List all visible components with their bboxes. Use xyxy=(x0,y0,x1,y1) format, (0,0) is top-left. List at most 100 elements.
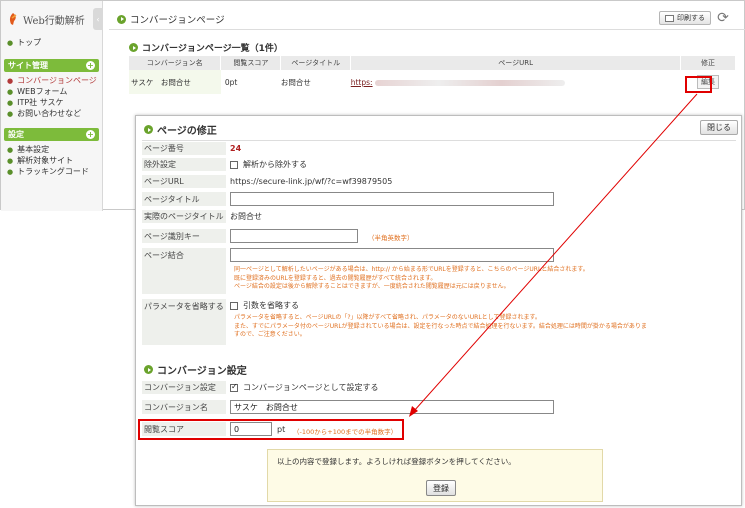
page-title: コンバージョンページ xyxy=(117,12,225,26)
conversion-setting-option[interactable]: コンバージョンページとして設定する xyxy=(230,381,378,394)
label-page-url: ページURL xyxy=(142,175,226,188)
printer-icon xyxy=(665,14,674,22)
sidebar-collapse-button[interactable]: ‹ xyxy=(93,8,103,30)
refresh-icon[interactable]: ⟳ xyxy=(715,10,731,26)
row-page-merge: ページ結合 同一ページとして解析したいページがある場合は、http:// から始… xyxy=(142,248,736,294)
table-row: サスケ お問合せ 0pt お問合せ https: 編集 xyxy=(129,70,736,94)
list-title: コンバージョンページ一覧（1件） xyxy=(129,41,283,54)
table-header-row: コンバージョン名 閲覧スコア ページタイトル ページURL 修正 xyxy=(129,56,736,70)
arrow-circle-icon xyxy=(144,125,153,134)
page-key-hint: （半角英数字） xyxy=(368,234,414,242)
divider xyxy=(109,29,745,30)
arrow-circle-icon xyxy=(117,14,126,24)
divider xyxy=(142,140,736,141)
bullet-icon: ● xyxy=(7,98,14,107)
omit-params-checkbox[interactable] xyxy=(230,301,238,310)
close-button[interactable]: 閉じる xyxy=(700,120,738,135)
sidebar-item-label: トップ xyxy=(17,38,42,47)
row-exclude: 除外設定 解析から除外する xyxy=(142,158,736,171)
row-page-key: ページ識別キー （半角英数字） xyxy=(142,229,736,243)
label-page-key: ページ識別キー xyxy=(142,229,226,243)
exclude-option[interactable]: 解析から除外する xyxy=(230,158,307,171)
confirm-box: 以上の内容で登録します。よろしければ登録ボタンを押してください。 登録 xyxy=(267,449,603,502)
sidebar-item-label: WEBフォーム xyxy=(17,87,68,96)
label-actual-title: 実際のページタイトル xyxy=(142,210,226,223)
sidebar-item-conversion-page[interactable]: ● コンバージョンページ xyxy=(1,75,102,86)
conversion-setting-option-label: コンバージョンページとして設定する xyxy=(243,383,379,392)
cell-page-url: https: xyxy=(351,70,681,94)
modal-title: ページの修正 xyxy=(144,122,217,137)
sidebar-item-label: ITP社 サスケ xyxy=(17,98,64,107)
expand-icon: + xyxy=(86,130,95,139)
logo[interactable]: Web行動解析 ‹ xyxy=(1,1,103,37)
row-page-title: ページタイトル xyxy=(142,192,736,206)
sidebar-item-web-form[interactable]: ● WEBフォーム xyxy=(1,86,102,97)
value-actual-title: お問合せ xyxy=(230,212,262,221)
label-page-title: ページタイトル xyxy=(142,192,226,206)
confirm-text: 以上の内容で登録します。よろしければ登録ボタンを押してください。 xyxy=(277,457,516,466)
logo-icon xyxy=(9,13,17,25)
conversion-name-input[interactable]: サスケ お問合せ xyxy=(230,400,554,414)
sidebar-section-site[interactable]: サイト管理 + xyxy=(4,59,99,72)
sidebar-item-target-sites[interactable]: ● 解析対象サイト xyxy=(1,155,102,166)
page-key-input[interactable] xyxy=(230,229,358,243)
sidebar-item-label: お問い合わせなど xyxy=(17,109,82,118)
logo-text: Web行動解析 xyxy=(23,15,85,27)
sidebar-item-tracking-code[interactable]: ● トラッキングコード xyxy=(1,166,102,177)
blurred-url xyxy=(374,79,565,86)
sidebar-item-label: 解析対象サイト xyxy=(17,156,74,165)
sidebar-item-basic-settings[interactable]: ● 基本設定 xyxy=(1,144,102,155)
label-conversion-name: コンバージョン名 xyxy=(142,400,226,414)
view-score-highlight-box xyxy=(138,419,404,440)
column-header: コンバージョン名 xyxy=(129,56,222,70)
page-merge-note: 同一ページとして解析したいページがある場合は、http:// から始まる形でUR… xyxy=(234,266,589,273)
sidebar-item-label: トラッキングコード xyxy=(17,167,89,176)
sidebar: Web行動解析 ‹ ● トップ サイト管理 + ● コンバージョンページ ● W… xyxy=(1,1,103,211)
row-actual-title: 実際のページタイトル お問合せ xyxy=(142,210,736,223)
column-header: ページタイトル xyxy=(280,56,352,70)
omit-params-option[interactable]: 引数を省略する xyxy=(230,299,299,312)
bullet-icon: ● xyxy=(7,109,14,118)
cell-page-title: お問合せ xyxy=(280,77,311,87)
label-conversion-setting: コンバージョン設定 xyxy=(142,381,226,394)
conversion-section-title: コンバージョン設定 xyxy=(144,362,247,377)
page-merge-note: 既に登録済みのURLを登録すると、過去の閲覧履歴がすべて統合されます。 xyxy=(234,274,437,282)
page-title-text: コンバージョンページ xyxy=(130,15,225,26)
row-page-number: ページ番号 24 xyxy=(142,142,736,155)
bullet-icon: ● xyxy=(7,145,14,154)
bullet-icon: ● xyxy=(7,38,14,47)
sidebar-section-label: サイト管理 xyxy=(8,61,48,70)
arrow-circle-icon xyxy=(144,365,153,374)
conversion-setting-checkbox[interactable] xyxy=(230,382,238,392)
page-merge-note: ページ結合の設定は後から解除することはできますが、一度統合された閲覧履歴は元には… xyxy=(234,283,510,290)
sidebar-section-settings[interactable]: 設定 + xyxy=(4,128,99,141)
row-omit-params: パラメータを省略する 引数を省略する パラメータを省略すると、ページURLの「?… xyxy=(142,299,736,345)
edit-highlight-box xyxy=(685,76,712,93)
sidebar-section-label: 設定 xyxy=(8,130,24,139)
bullet-icon: ● xyxy=(7,76,14,85)
conversion-table: コンバージョン名 閲覧スコア ページタイトル ページURL 修正 サスケ お問合… xyxy=(129,56,736,94)
row-conversion-setting: コンバージョン設定 コンバージョンページとして設定する xyxy=(142,381,736,394)
column-header: 修正 xyxy=(680,56,736,70)
arrow-circle-icon xyxy=(129,43,138,52)
page-merge-input[interactable] xyxy=(230,248,554,262)
edit-page-modal: ページの修正 閉じる ページ番号 24 除外設定 解析から除外する ページURL… xyxy=(135,115,742,506)
label-page-number: ページ番号 xyxy=(142,142,226,155)
sidebar-item-label: 基本設定 xyxy=(17,145,50,154)
sidebar-item-top[interactable]: ● トップ xyxy=(1,37,102,48)
page-title-input[interactable] xyxy=(230,192,554,206)
exclude-checkbox[interactable] xyxy=(230,160,238,169)
sidebar-item-inquiry[interactable]: ● お問い合わせなど xyxy=(1,108,102,119)
label-omit-params: パラメータを省略する xyxy=(142,299,226,345)
print-label: 印刷する xyxy=(677,14,705,22)
bullet-icon: ● xyxy=(7,156,14,165)
row-page-url: ページURL https://secure-link.jp/wf/?c=wf39… xyxy=(142,175,736,188)
omit-params-option-label: 引数を省略する xyxy=(243,301,299,310)
modal-title-text: ページの修正 xyxy=(157,126,217,137)
row-conversion-name: コンバージョン名 サスケ お問合せ xyxy=(142,400,736,414)
sidebar-item-itp-sasuke[interactable]: ● ITP社 サスケ xyxy=(1,97,102,108)
page-url-link[interactable]: https: xyxy=(351,78,373,87)
cell-conversion-name: サスケ お問合せ xyxy=(129,70,221,94)
print-button[interactable]: 印刷する xyxy=(659,11,711,25)
register-button[interactable]: 登録 xyxy=(426,480,456,496)
